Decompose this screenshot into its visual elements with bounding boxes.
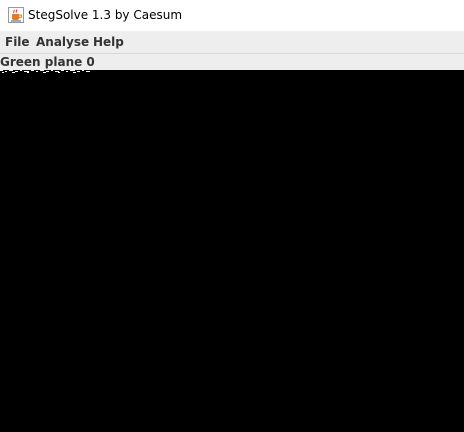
window-title: StegSolve 1.3 by Caesum (28, 8, 183, 22)
menu-file[interactable]: File (5, 34, 30, 50)
menu-bar: File Analyse Help (0, 31, 464, 54)
java-cup-icon (8, 7, 24, 23)
bit-plane-noise (0, 70, 90, 73)
plane-label: Green plane 0 (0, 55, 95, 69)
stegsolve-window: StegSolve 1.3 by Caesum File Analyse Hel… (0, 0, 464, 432)
menu-help[interactable]: Help (93, 34, 124, 50)
title-bar[interactable]: StegSolve 1.3 by Caesum (0, 0, 464, 32)
plane-label-bar: Green plane 0 (0, 54, 464, 70)
menu-analyse[interactable]: Analyse (36, 34, 89, 50)
image-viewport[interactable] (0, 70, 464, 432)
